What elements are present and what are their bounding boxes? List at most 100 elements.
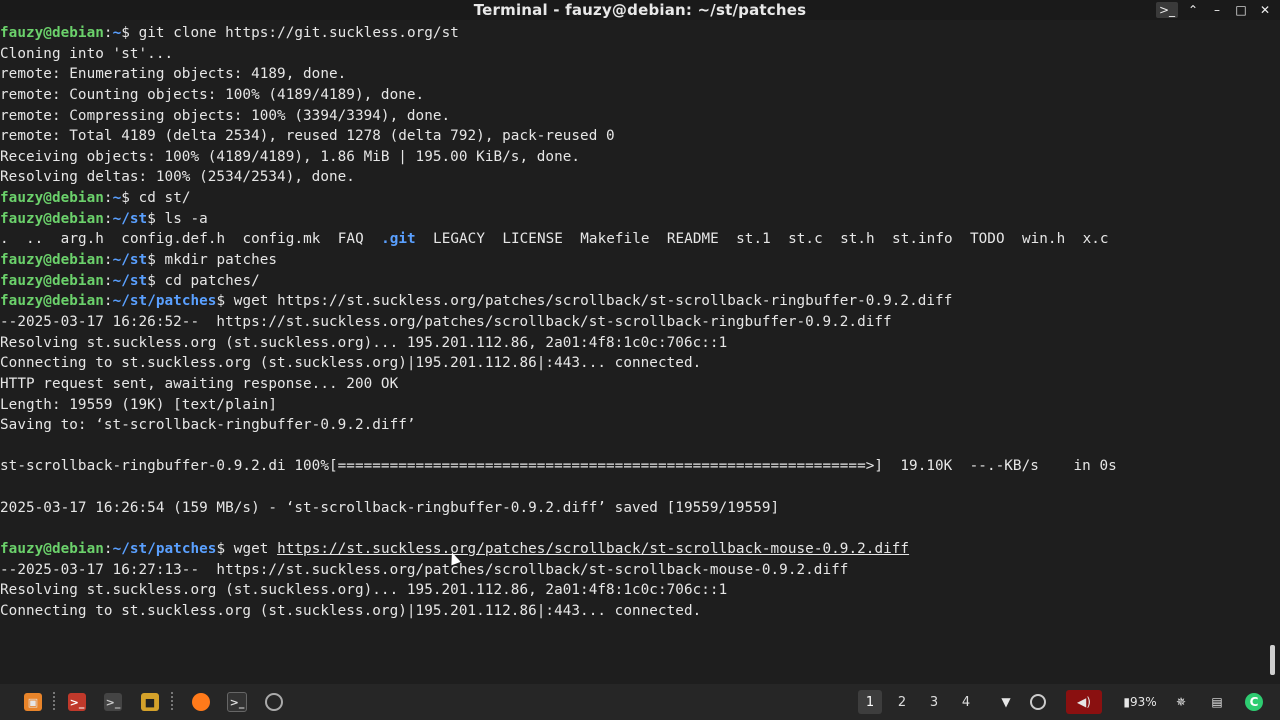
volume-icon[interactable]: ◀) (1066, 690, 1102, 714)
command-text: mkdir patches (155, 252, 278, 269)
terminal-alt-icon: >_ (104, 693, 122, 711)
prompt-user: fauzy@debian (0, 541, 104, 558)
terminal-launcher[interactable]: >_ (66, 690, 88, 714)
command-text: cd st/ (129, 190, 191, 207)
prompt-colon: : (103, 272, 113, 289)
prompt-line: fauzy@debian:~/st/patches$ wget https://… (0, 539, 1266, 560)
prompt-symbol: $ (121, 25, 130, 41)
menu-icon-button[interactable]: ▣ (22, 690, 44, 714)
output-line: Connecting to st.suckless.org (st.suckle… (0, 355, 702, 372)
command-text: wget https://st.suckless.org/patches/scr… (225, 293, 953, 310)
firefox-icon (192, 693, 210, 711)
brightness-icon[interactable]: ✵ (1170, 690, 1192, 714)
ls-entry: st.h (840, 231, 875, 248)
prompt-path: ~ (112, 190, 122, 207)
minimize-icon[interactable]: ⌃ (1184, 2, 1202, 18)
output-line: HTTP request sent, awaiting response... … (0, 375, 399, 392)
workspace-4[interactable]: 4 (954, 690, 978, 714)
taskbar: ▣ >_ >_ ■ >_ 1 2 3 4 ▼ ◀) ▮ 93% ✵ ▤ C (0, 684, 1280, 720)
command-text: cd patches/ (155, 272, 260, 289)
workspace-1[interactable]: 1 (858, 690, 882, 714)
battery-level: 93% (1129, 695, 1157, 709)
settings-button[interactable] (263, 690, 285, 714)
collapse-icon[interactable]: – (1208, 2, 1226, 18)
command-text: ls -a (155, 210, 208, 227)
prompt-symbol: $ (147, 210, 156, 227)
update-icon[interactable]: C (1244, 690, 1264, 714)
wifi-icon[interactable]: ▼ (996, 690, 1016, 714)
battery-icon: ▮ (1123, 695, 1130, 709)
menu-icon: ▣ (24, 693, 42, 711)
ls-entry: Makefile (580, 231, 650, 248)
output-line: remote: Enumerating objects: 4189, done. (0, 66, 347, 83)
output-line: Receiving objects: 100% (4189/4189), 1.8… (0, 148, 581, 165)
command-text: git clone https://git.suckless.org/st (129, 25, 459, 41)
ls-output-line: . .. arg.h config.def.h config.mk FAQ .g… (0, 229, 1266, 250)
workspace-3[interactable]: 3 (922, 690, 946, 714)
output-line: Length: 19559 (19K) [text/plain] (0, 396, 278, 413)
settings-icon (265, 693, 283, 711)
ls-entry: st.c (788, 231, 823, 248)
files-launcher[interactable]: ■ (139, 690, 161, 714)
prompt-colon: : (103, 190, 113, 207)
output-line: --2025-03-17 16:26:52-- https://st.suckl… (0, 313, 892, 330)
prompt-user: fauzy@debian (0, 252, 104, 269)
terminal-output[interactable]: fauzy@debian:~$ git clone https://git.su… (0, 23, 1266, 683)
prompt-symbol: $ (216, 293, 226, 310)
terminal-icon: >_ (68, 693, 86, 711)
output-line: remote: Compressing objects: 100% (3394/… (0, 107, 451, 124)
prompt-line: fauzy@debian:~/st$ ls -a (0, 209, 1266, 230)
clipboard-icon[interactable]: ▤ (1207, 690, 1227, 714)
close-icon[interactable]: ✕ (1256, 2, 1274, 18)
prompt-line: fauzy@debian:~/st$ cd patches/ (0, 271, 1266, 292)
prompt-path: ~/st/patches (112, 541, 217, 558)
app-menu-icon[interactable]: >_ (1156, 2, 1178, 18)
output-line: remote: Total 4189 (delta 2534), reused … (0, 128, 615, 145)
taskbar-separator (171, 692, 173, 712)
firefox-launcher[interactable] (190, 690, 212, 714)
ls-entry: .git (381, 231, 416, 248)
prompt-path: ~ (112, 25, 122, 41)
window-titlebar: Terminal - fauzy@debian: ~/st/patches >_… (0, 0, 1280, 20)
prompt-line: fauzy@debian:~$ git clone https://git.su… (0, 23, 1266, 44)
output-line: --2025-03-17 16:27:13-- https://st.suckl… (0, 561, 849, 578)
network-icon[interactable] (1028, 690, 1048, 714)
prompt-colon: : (103, 541, 113, 558)
maximize-icon[interactable]: □ (1232, 2, 1250, 18)
prompt-user: fauzy@debian (0, 272, 104, 289)
output-line: st-scrollback-ringbuffer-0.9.2.di 100%[=… (0, 458, 1117, 475)
prompt-symbol: $ (147, 272, 156, 289)
ls-entry: README (666, 231, 719, 248)
window-controls: >_ ⌃ – □ ✕ (1156, 0, 1274, 20)
ls-entry: config.mk (242, 231, 321, 248)
ls-entry: st.info (892, 231, 953, 248)
prompt-line: fauzy@debian:~/st$ mkdir patches (0, 250, 1266, 271)
battery-indicator[interactable]: ▮ 93% (1118, 690, 1162, 714)
terminal-alt-launcher[interactable]: >_ (102, 690, 124, 714)
prompt-line: fauzy@debian:~/st/patches$ wget https://… (0, 291, 1266, 312)
files-icon: ■ (141, 693, 159, 711)
command-text: wget (225, 541, 278, 558)
terminal-window-icon: >_ (227, 692, 247, 712)
ls-entry: LICENSE (502, 231, 563, 248)
output-line: Resolving st.suckless.org (st.suckless.o… (0, 582, 728, 599)
taskbar-separator (53, 692, 55, 712)
prompt-user: fauzy@debian (0, 210, 104, 227)
output-line: Resolving deltas: 100% (2534/2534), done… (0, 169, 355, 186)
workspace-2[interactable]: 2 (890, 690, 914, 714)
window-title: Terminal - fauzy@debian: ~/st/patches (473, 1, 807, 19)
prompt-user: fauzy@debian (0, 25, 104, 41)
ls-entry: TODO (969, 231, 1005, 248)
command-link[interactable]: https://st.suckless.org/patches/scrollba… (277, 541, 909, 557)
prompt-user: fauzy@debian (0, 190, 104, 207)
prompt-path: ~/st (112, 210, 148, 227)
terminal-scrollbar[interactable] (1270, 645, 1275, 675)
output-line: Saving to: ‘st-scrollback-ringbuffer-0.9… (0, 417, 416, 434)
ls-entry: LEGACY (433, 231, 485, 248)
prompt-path: ~/st (112, 252, 148, 269)
output-line: remote: Counting objects: 100% (4189/418… (0, 86, 425, 103)
terminal-window-button[interactable]: >_ (226, 690, 248, 714)
ls-entry: .. (26, 231, 44, 248)
